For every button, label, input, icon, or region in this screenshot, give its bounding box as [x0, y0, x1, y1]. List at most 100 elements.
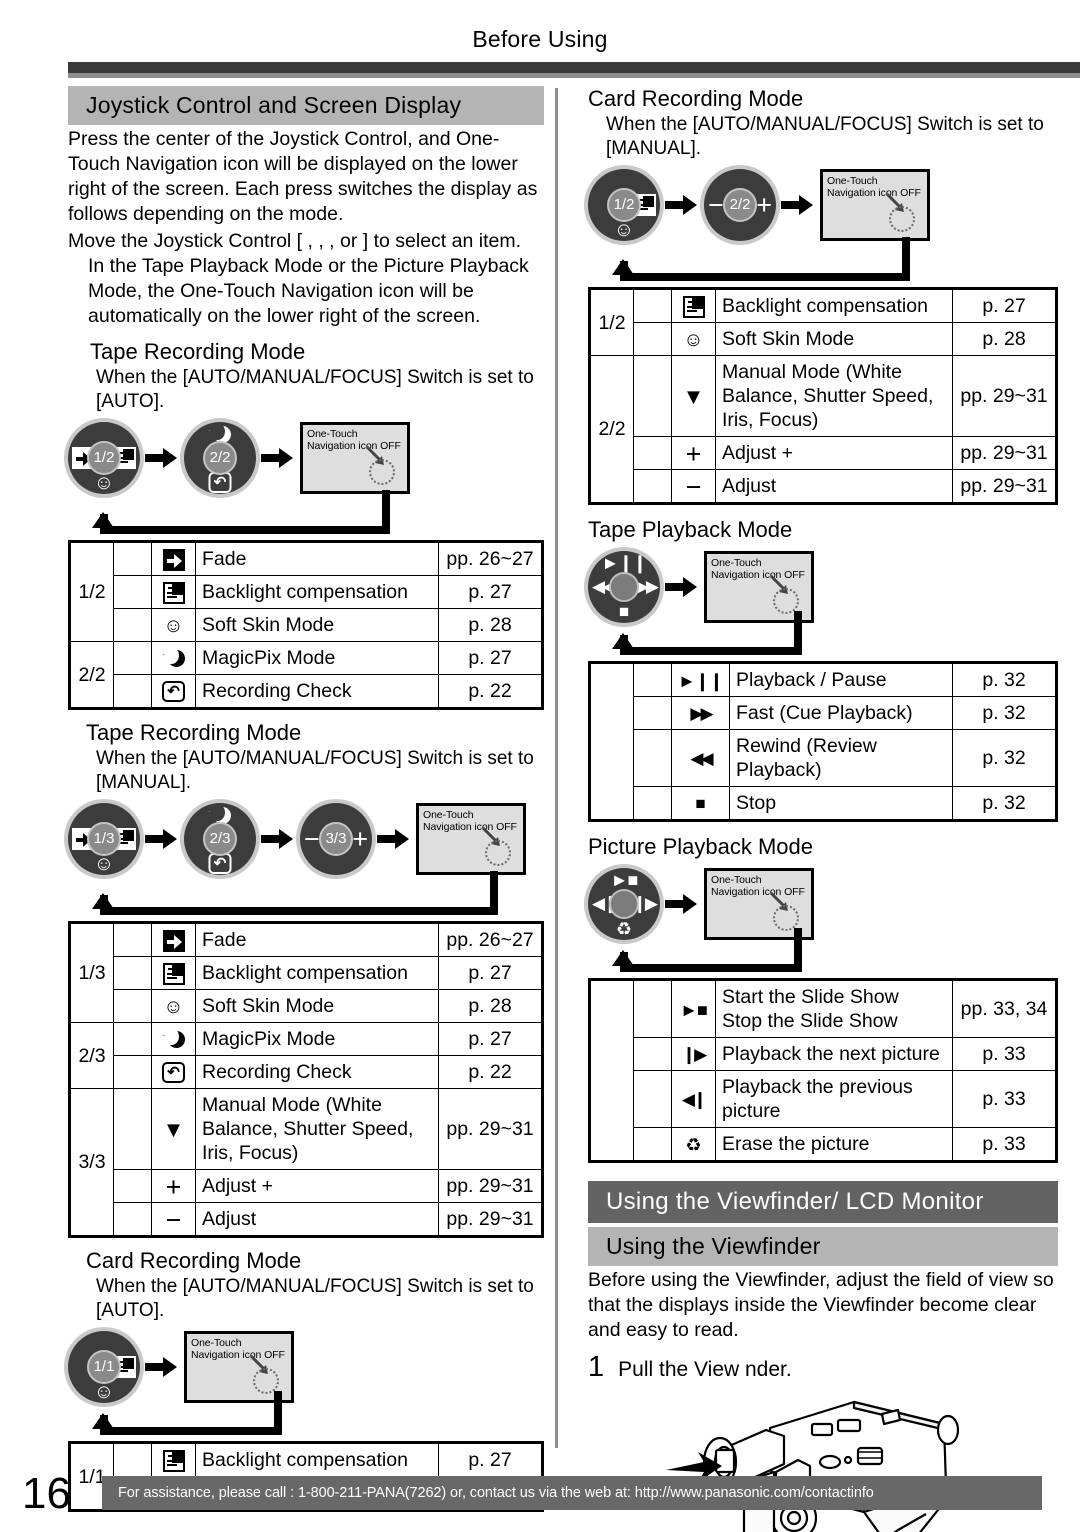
navigation-icon-off-box: One-Touch Navigation icon OFF — [300, 422, 410, 494]
disc-center — [609, 572, 639, 602]
row-ref: p. 27 — [438, 956, 543, 990]
spacer-cell — [113, 1088, 152, 1170]
condition-tape-recording-manual: When the [AUTO/MANUAL/FOCUS] Switch is s… — [96, 748, 534, 793]
backlight-icon — [151, 956, 196, 990]
spacer-cell — [633, 288, 672, 323]
heading-tape-playback: Tape Playback Mode — [588, 517, 793, 542]
soft-skin-icon: ☺ — [151, 989, 196, 1023]
spacer-cell — [113, 1442, 152, 1477]
row-label: Adjust + — [715, 436, 953, 470]
spacer-cell — [113, 922, 152, 957]
play-pause-icon: ►❙❙ — [671, 662, 730, 697]
spacer-cell — [633, 662, 672, 697]
spacer-cell — [633, 1070, 672, 1128]
plus-icon: + — [756, 190, 772, 220]
disc-step-label: 1/2 — [87, 441, 121, 475]
spacer-cell — [113, 1022, 152, 1056]
spacer-cell — [633, 1127, 672, 1162]
arrow-right-icon — [261, 448, 295, 468]
group-label: 1/2 — [589, 288, 634, 356]
arrow-right-icon — [665, 894, 699, 914]
row-ref: p. 28 — [952, 322, 1057, 356]
joystick-disc-step-2: ✦ ↶ 2/2 — [184, 422, 256, 494]
column-divider — [555, 88, 558, 1448]
navigation-off-label: One-Touch Navigation icon OFF — [711, 874, 805, 898]
table-row: 1/2 Fade pp. 26~27 — [69, 541, 543, 642]
rec-check-icon: ↶ — [208, 472, 232, 493]
table-row: ►❙❙ Playback / Pause p. 32 — [589, 662, 1057, 821]
table-row: + Adjust + pp. 29~31 — [70, 1169, 543, 1203]
fade-icon — [151, 541, 196, 576]
joystick-disc-playback: ►❙❙ ◀◀ ▶▶ ■ — [588, 551, 660, 623]
group-label: 2/2 — [589, 355, 634, 504]
step-text: Pull the View nder. — [618, 1358, 792, 1381]
arrow-right-icon — [145, 1357, 179, 1377]
flow-tape-playback: ►❙❙ ◀◀ ▶▶ ■ One-Touch Navigation icon OFF — [588, 551, 1058, 655]
table-row: Backlight compensation p. 27 — [70, 956, 543, 990]
table-tape-recording-auto: 1/2 Fade pp. 26~27 Backlight compensatio… — [68, 540, 544, 710]
prev-icon: ◀❙ — [671, 1070, 716, 1128]
table-row: ◀◀ Rewind (Review Playback) p. 32 — [590, 729, 1057, 787]
slideshow-icon: ►■ — [610, 870, 639, 890]
row-ref: p. 33 — [952, 1127, 1057, 1162]
row-label: Playback the next picture — [715, 1037, 953, 1071]
flow-tape-recording-auto: ☺ 1/2 ✦ ↶ 2/2 One-TouchNavigation icon O… — [68, 422, 544, 534]
joystick-disc-step-2: ✦ ↶ 2/3 — [184, 803, 256, 875]
table-row: ■ Stop p. 32 — [590, 786, 1057, 821]
navigation-icon-off-box: One-Touch Navigation icon OFF — [416, 803, 526, 875]
intro-paragraph-2: Move the Joystick Control [ , , , or ] t… — [68, 230, 522, 252]
arrow-right-icon — [145, 829, 179, 849]
fade-icon — [151, 922, 196, 957]
table-row: + Adjust + pp. 29~31 — [590, 436, 1057, 470]
triangle-down-icon: ▼ — [151, 1088, 196, 1170]
navigation-off-label: One-Touch Navigation icon OFF — [711, 557, 805, 581]
slideshow-icon: ►■ — [671, 979, 716, 1038]
joystick-disc-step-2: − + 2/2 — [704, 169, 776, 241]
magicpix-icon: ✦ — [151, 1022, 196, 1056]
fast-forward-icon: ▶▶ — [671, 696, 730, 730]
table-picture-playback: ►■ Start the Slide Show Stop the Slide S… — [588, 978, 1058, 1163]
table-tape-playback: ►❙❙ Playback / Pause p. 32 ▶▶ Fast (Cue … — [588, 661, 1058, 822]
assistance-bar: For assistance, please call : 1-800-211-… — [102, 1476, 1042, 1510]
row-label: Playback / Pause — [728, 662, 954, 697]
minus-icon: − — [708, 190, 724, 220]
group-label: 2/3 — [69, 1022, 114, 1089]
disc-step-label: 2/3 — [203, 822, 237, 856]
navigation-off-label: One-Touch Navigation icon OFF — [307, 428, 401, 452]
table-row: 2/3 ✦ MagicPix Mode p. 27 — [69, 1022, 543, 1089]
rec-check-icon: ↶ — [208, 853, 232, 874]
row-label: Adjust — [715, 469, 953, 504]
group-label: 1/2 — [69, 541, 114, 642]
joystick-disc-step-3: − + 3/3 — [300, 803, 372, 875]
subsection-title-using-viewfinder: Using the Viewfinder — [588, 1227, 1058, 1266]
heading-tape-recording-auto: Tape Recording Mode — [90, 339, 306, 364]
table-row: − Adjust pp. 29~31 — [590, 469, 1057, 504]
table-row: ◀❙ Playback the previous picture p. 33 — [590, 1070, 1057, 1128]
row-label: Recording Check — [195, 674, 439, 709]
spacer-cell — [633, 979, 672, 1038]
row-label: Playback the previous picture — [715, 1070, 953, 1128]
spacer-cell — [113, 541, 152, 576]
disc-step-label: 1/3 — [87, 822, 121, 856]
row-label: MagicPix Mode — [195, 641, 439, 675]
heading-card-recording-manual: Card Recording Mode — [588, 86, 804, 111]
trash-icon: ♻ — [671, 1127, 716, 1162]
row-label: Fade — [195, 922, 439, 957]
intro-paragraph: Press the center of the Joystick Control… — [68, 128, 538, 225]
minus-icon: − — [671, 469, 716, 504]
row-ref: pp. 29~31 — [952, 436, 1057, 470]
table-row: ❙▶ Playback the next picture p. 33 — [590, 1037, 1057, 1071]
row-ref: p. 22 — [438, 674, 543, 709]
row-ref: p. 32 — [952, 662, 1057, 697]
spacer-cell — [633, 786, 672, 821]
disc-step-label: 1/1 — [87, 1350, 121, 1384]
spacer-cell — [633, 729, 672, 787]
table-row: ☺ Soft Skin Mode p. 28 — [590, 322, 1057, 356]
row-label: MagicPix Mode — [195, 1022, 439, 1056]
spacer-cell — [113, 1202, 152, 1237]
section-title-joystick: Joystick Control and Screen Display — [68, 86, 544, 125]
navigation-icon-off-box: One-Touch Navigation icon OFF — [820, 169, 930, 241]
dotted-circle-icon — [369, 459, 395, 485]
rewind-icon: ◀◀ — [671, 729, 730, 787]
row-label: Fast (Cue Playback) — [728, 696, 954, 730]
